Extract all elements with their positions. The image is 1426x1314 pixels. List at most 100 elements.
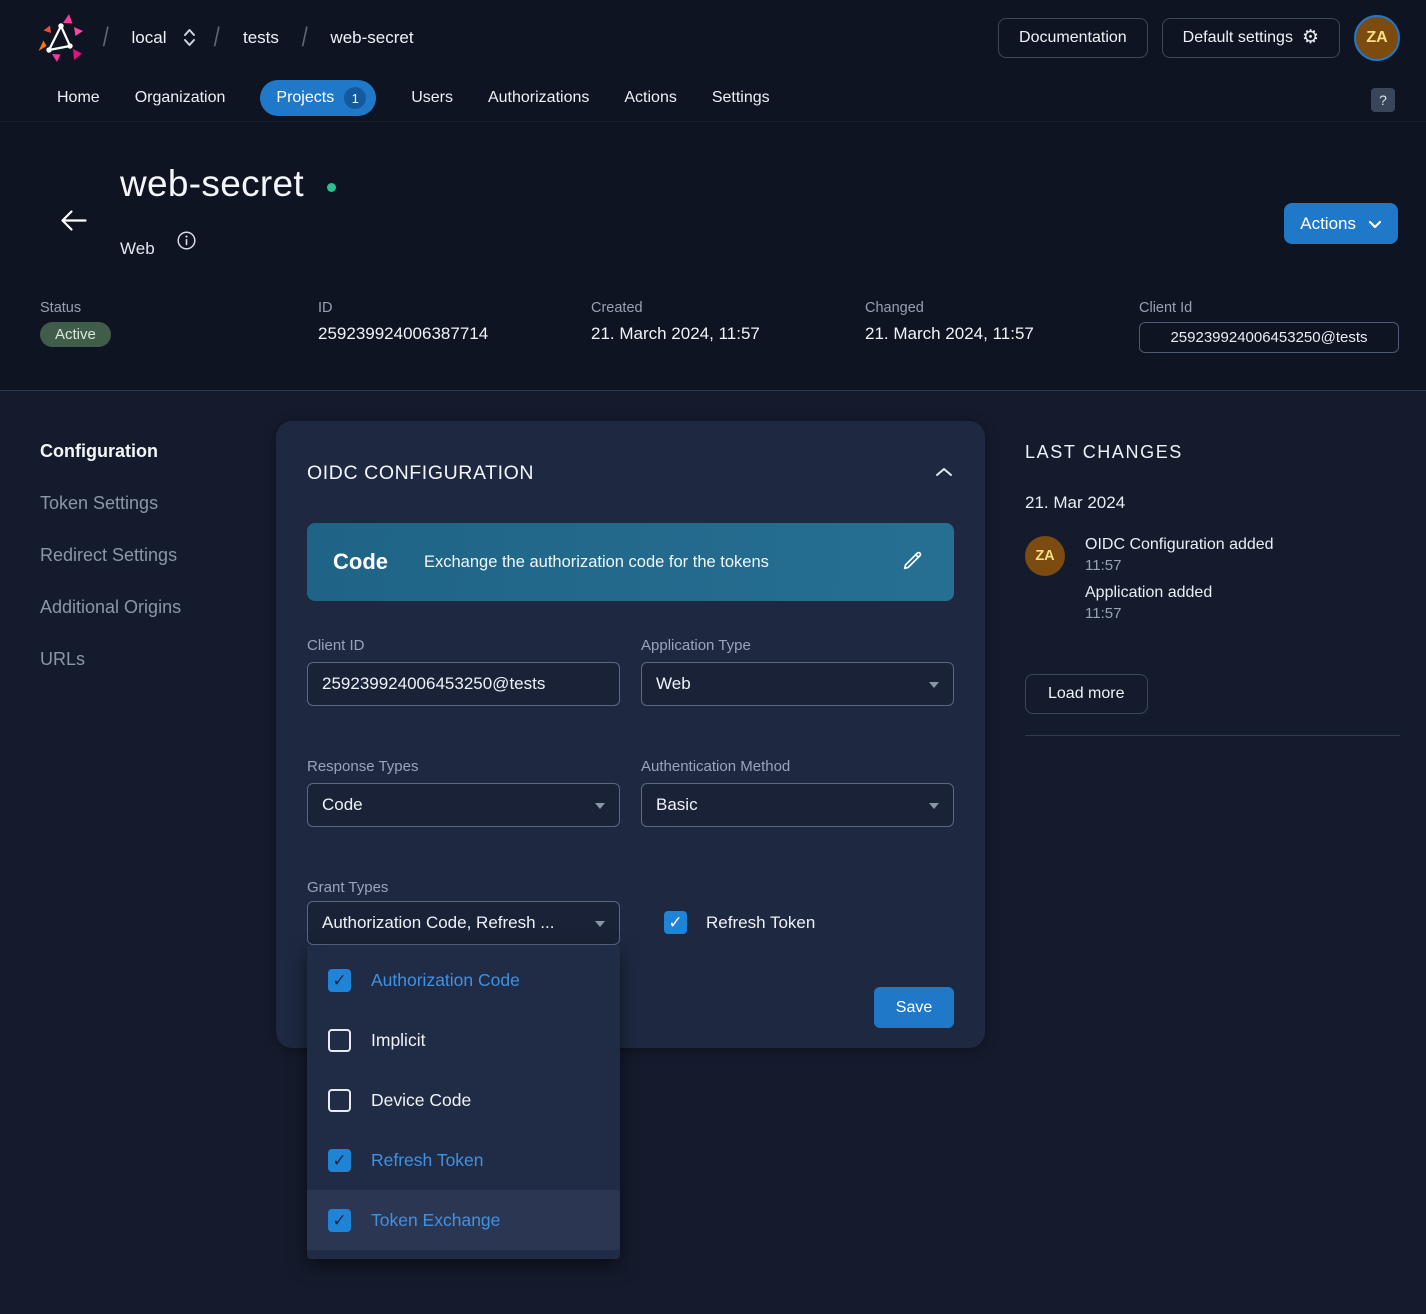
- option-refresh-token[interactable]: ✓ Refresh Token: [307, 1130, 620, 1190]
- change-event-time: 11:57: [1085, 557, 1121, 574]
- client-id-field-label: Client ID: [307, 637, 365, 654]
- application-type-select[interactable]: Web: [641, 662, 954, 706]
- checkbox-checked-icon[interactable]: ✓: [328, 1209, 351, 1232]
- page-title: web-secret: [120, 163, 304, 205]
- nav-item-actions[interactable]: Actions: [624, 83, 676, 113]
- content-area: Configuration Token Settings Redirect Se…: [0, 391, 1426, 1314]
- checkbox-unchecked-icon[interactable]: [328, 1029, 351, 1052]
- response-types-value: Code: [322, 795, 363, 815]
- actions-dropdown-button[interactable]: Actions: [1284, 203, 1398, 244]
- refresh-token-checkbox-row[interactable]: ✓ Refresh Token: [664, 911, 815, 934]
- nav-item-authorizations[interactable]: Authorizations: [488, 83, 589, 113]
- nav-item-settings[interactable]: Settings: [712, 83, 770, 113]
- nav-item-home[interactable]: Home: [57, 83, 100, 113]
- change-event-title: Application added: [1085, 584, 1212, 602]
- edit-button[interactable]: [897, 545, 928, 579]
- grant-types-dropdown: ✓ Authorization Code Implicit Device Cod…: [307, 945, 620, 1259]
- grant-types-select[interactable]: Authorization Code, Refresh ...: [307, 901, 620, 945]
- option-token-exchange[interactable]: ✓ Token Exchange: [307, 1190, 620, 1250]
- actions-label: Actions: [1300, 214, 1356, 234]
- checkbox-unchecked-icon[interactable]: [328, 1089, 351, 1112]
- info-icon[interactable]: [177, 231, 196, 255]
- nav-item-organization[interactable]: Organization: [135, 83, 226, 113]
- back-button[interactable]: [56, 205, 91, 239]
- sidebar-item-redirect-settings[interactable]: Redirect Settings: [40, 545, 177, 566]
- id-value: 259239924006387714: [318, 324, 488, 344]
- breadcrumb-separator: /: [103, 22, 109, 53]
- changed-label: Changed: [865, 300, 1034, 316]
- banner-description: Exchange the authorization code for the …: [424, 553, 769, 572]
- topbar-actions: Documentation Default settings ⚙ ZA: [998, 15, 1400, 61]
- client-id-label: Client Id: [1139, 300, 1399, 316]
- collapse-button[interactable]: [931, 461, 957, 484]
- grant-types-value: Authorization Code, Refresh ...: [322, 913, 554, 933]
- load-more-button[interactable]: Load more: [1025, 674, 1148, 714]
- option-label: Refresh Token: [371, 1150, 484, 1171]
- authentication-method-select[interactable]: Basic: [641, 783, 954, 827]
- sidebar-item-token-settings[interactable]: Token Settings: [40, 493, 158, 514]
- sidebar-item-configuration[interactable]: Configuration: [40, 441, 158, 462]
- meta-status: Status Active: [40, 300, 111, 347]
- checkbox-checked-icon[interactable]: ✓: [664, 911, 687, 934]
- nav-projects-label: Projects: [276, 89, 334, 107]
- change-author-avatar: ZA: [1025, 536, 1065, 576]
- changed-value: 21. March 2024, 11:57: [865, 324, 1034, 344]
- panel-divider: [1025, 735, 1400, 736]
- option-implicit[interactable]: Implicit: [307, 1010, 620, 1070]
- application-type-label: Application Type: [641, 637, 751, 654]
- save-button[interactable]: Save: [874, 987, 954, 1028]
- last-changes-title: LAST CHANGES: [1025, 442, 1183, 463]
- zitadel-console: / local / tests / web-secret Documentati…: [0, 0, 1426, 1314]
- top-section: / local / tests / web-secret Documentati…: [0, 0, 1426, 390]
- documentation-label: Documentation: [1019, 29, 1127, 47]
- created-value: 21. March 2024, 11:57: [591, 324, 760, 344]
- checkbox-checked-icon[interactable]: ✓: [328, 1149, 351, 1172]
- user-avatar[interactable]: ZA: [1354, 15, 1400, 61]
- response-types-label: Response Types: [307, 758, 418, 775]
- zitadel-logo-icon[interactable]: [38, 12, 86, 64]
- default-settings-button[interactable]: Default settings ⚙: [1162, 18, 1340, 58]
- meta-changed: Changed 21. March 2024, 11:57: [865, 300, 1034, 344]
- option-authorization-code[interactable]: ✓ Authorization Code: [307, 950, 620, 1010]
- status-label: Status: [40, 300, 111, 316]
- page-subtitle: Web: [120, 239, 155, 259]
- application-type-value: Web: [656, 674, 691, 694]
- default-settings-label: Default settings: [1183, 29, 1293, 47]
- response-types-select[interactable]: Code: [307, 783, 620, 827]
- breadcrumb-org[interactable]: local: [126, 24, 173, 52]
- nav-item-users[interactable]: Users: [411, 83, 453, 113]
- breadcrumb-separator: /: [302, 22, 308, 53]
- card-title: OIDC CONFIGURATION: [307, 462, 534, 485]
- authentication-method-label: Authentication Method: [641, 758, 790, 775]
- main-nav: Home Organization Projects 1 Users Autho…: [0, 75, 1426, 122]
- checkbox-checked-icon[interactable]: ✓: [328, 969, 351, 992]
- option-label: Token Exchange: [371, 1210, 500, 1231]
- client-id-chip[interactable]: 259239924006453250@tests: [1139, 322, 1399, 353]
- sidebar-item-additional-origins[interactable]: Additional Origins: [40, 597, 181, 618]
- projects-count-badge: 1: [344, 87, 366, 109]
- option-label: Implicit: [371, 1030, 425, 1051]
- option-label: Device Code: [371, 1090, 471, 1111]
- nav-item-projects[interactable]: Projects 1: [260, 80, 376, 116]
- change-event-title: OIDC Configuration added: [1085, 536, 1274, 554]
- auth-method-banner: Code Exchange the authorization code for…: [307, 523, 954, 601]
- unfold-icon[interactable]: [182, 27, 197, 48]
- option-device-code[interactable]: Device Code: [307, 1070, 620, 1130]
- breadcrumb-project[interactable]: tests: [237, 24, 285, 52]
- breadcrumb-app[interactable]: web-secret: [324, 24, 419, 52]
- created-label: Created: [591, 300, 760, 316]
- help-button[interactable]: ?: [1371, 88, 1395, 112]
- meta-created: Created 21. March 2024, 11:57: [591, 300, 760, 344]
- id-label: ID: [318, 300, 488, 316]
- pencil-icon: [901, 560, 924, 575]
- gear-icon: ⚙: [1302, 28, 1319, 47]
- meta-client-id: Client Id 259239924006453250@tests: [1139, 300, 1399, 353]
- authentication-method-value: Basic: [656, 795, 698, 815]
- documentation-button[interactable]: Documentation: [998, 18, 1148, 58]
- refresh-token-label: Refresh Token: [706, 913, 815, 933]
- banner-title: Code: [333, 549, 388, 575]
- client-id-input[interactable]: [307, 662, 620, 706]
- sidebar-item-urls[interactable]: URLs: [40, 649, 85, 670]
- breadcrumb: / local / tests / web-secret: [38, 12, 420, 64]
- topbar: / local / tests / web-secret Documentati…: [0, 0, 1426, 75]
